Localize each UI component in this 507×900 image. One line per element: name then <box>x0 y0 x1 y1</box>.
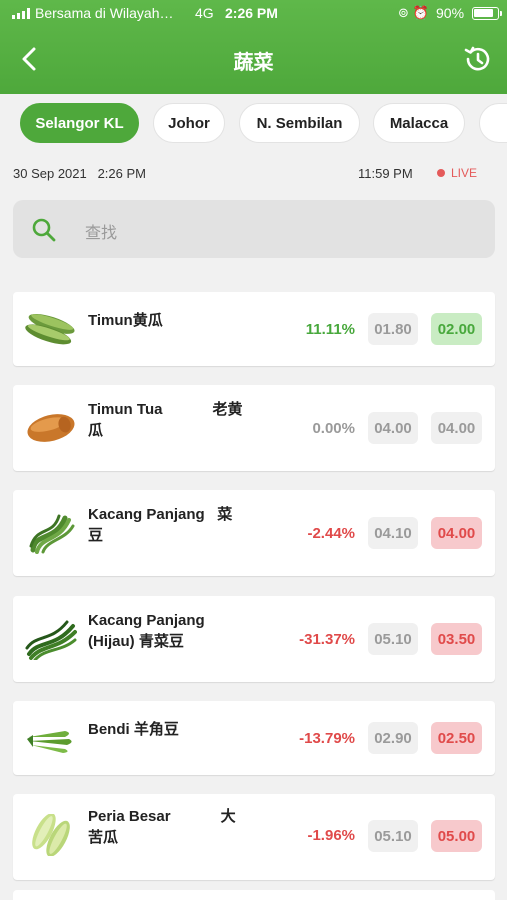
current-price: 04.00 <box>431 517 482 549</box>
list-item[interactable]: Bendi 羊角豆 -13.79% 02.90 02.50 <box>13 701 495 775</box>
live-dot-icon <box>437 169 445 177</box>
list-item[interactable]: Kacang Panjang (Hijau) 青菜豆 -31.37% 05.10… <box>13 596 495 682</box>
price-change: -1.96% <box>307 827 355 844</box>
long-beans-image <box>29 514 75 554</box>
page-title: 蔬菜 <box>233 52 274 74</box>
current-price: 03.50 <box>431 623 482 655</box>
previous-price: 02.90 <box>368 722 418 754</box>
update-date: 30 Sep 2021 2:26 PM <box>13 166 146 181</box>
previous-price: 04.10 <box>368 517 418 549</box>
carrier-name: Bersama di Wilayah… <box>35 5 174 21</box>
previous-price: 05.10 <box>368 623 418 655</box>
closing-time: 11:59 PM <box>358 166 413 181</box>
current-price: 02.50 <box>431 722 482 754</box>
current-price: 05.00 <box>431 820 482 852</box>
list-item[interactable]: Peria Besar 大 苦瓜 -1.96% 05.10 05.00 <box>13 794 495 880</box>
list-item[interactable]: Timun黄瓜 11.11% 01.80 02.00 <box>13 292 495 366</box>
list-item-partial <box>13 890 495 900</box>
app-header: Bersama di Wilayah… 4G 2:26 PM ⊚ ⏰ 90% 蔬… <box>0 0 507 94</box>
tab-n-sembilan[interactable]: N. Sembilan <box>239 103 360 143</box>
lock-alarm-icons: ⊚ ⏰ <box>398 5 429 20</box>
tab-malacca[interactable]: Malacca <box>373 103 465 143</box>
current-price: 02.00 <box>431 313 482 345</box>
search-bar[interactable]: 查找 <box>13 200 495 258</box>
search-input[interactable]: 查找 <box>85 219 117 243</box>
green-long-beans-image <box>25 620 77 660</box>
previous-price: 01.80 <box>368 313 418 345</box>
battery-percent: 90% <box>436 5 465 21</box>
live-indicator: LIVE <box>437 166 477 180</box>
tab-selangor-kl[interactable]: Selangor KL <box>20 103 139 143</box>
live-label: LIVE <box>451 166 478 180</box>
price-change: -13.79% <box>299 730 355 747</box>
item-name: Kacang Panjang (Hijau) 青菜豆 <box>88 612 205 650</box>
cucumber-image <box>25 313 75 345</box>
signal-icon <box>12 8 30 19</box>
list-item[interactable]: Timun Tua 老黄 瓜 0.00% 04.00 04.00 <box>13 385 495 471</box>
tab-more[interactable] <box>479 103 507 143</box>
clock: 2:26 PM <box>225 5 278 21</box>
current-price: 04.00 <box>431 412 482 444</box>
item-name: Kacang Panjang 菜 豆 <box>88 506 233 544</box>
price-change: 0.00% <box>312 420 355 437</box>
update-info: 30 Sep 2021 2:26 PM 11:59 PM LIVE <box>0 166 507 184</box>
tab-johor[interactable]: Johor <box>153 103 225 143</box>
price-change: 11.11% <box>305 321 355 338</box>
search-icon <box>32 218 56 242</box>
price-change: -2.44% <box>307 525 355 542</box>
price-change: -31.37% <box>299 631 355 648</box>
region-tabs: Selangor KL Johor N. Sembilan Malacca <box>0 103 507 143</box>
status-bar: Bersama di Wilayah… 4G 2:26 PM ⊚ ⏰ 90% <box>0 0 507 28</box>
bitter-gourd-image <box>32 814 70 856</box>
item-name: Timun Tua 老黄 瓜 <box>88 401 243 439</box>
item-name: Peria Besar 大 苦瓜 <box>88 808 236 846</box>
item-name: Timun黄瓜 <box>88 312 163 329</box>
okra-image <box>27 731 72 753</box>
previous-price: 05.10 <box>368 820 418 852</box>
item-name: Bendi 羊角豆 <box>88 721 179 738</box>
history-icon[interactable] <box>462 44 492 74</box>
old-cucumber-image <box>27 414 75 442</box>
network-type: 4G <box>195 5 214 21</box>
previous-price: 04.00 <box>368 412 418 444</box>
battery-icon <box>472 7 502 20</box>
list-item[interactable]: Kacang Panjang 菜 豆 -2.44% 04.10 04.00 <box>13 490 495 576</box>
